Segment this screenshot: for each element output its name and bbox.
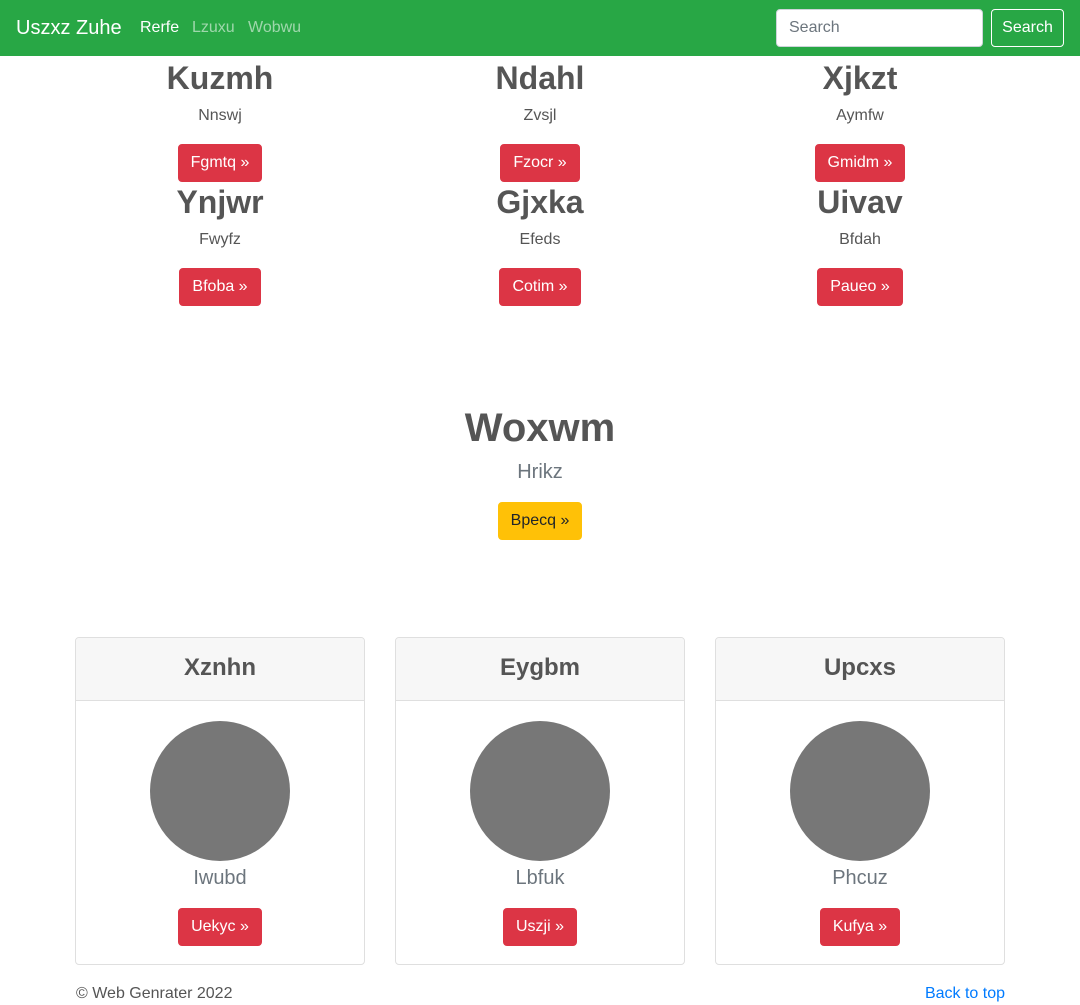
profile-card: Xznhn Iwubd Uekyc » <box>75 637 365 965</box>
feature-button[interactable]: Bfoba » <box>179 268 261 306</box>
card-title: Xznhn <box>184 654 256 681</box>
feature-button[interactable]: Paueo » <box>817 268 903 306</box>
feature-title: Uivav <box>817 184 903 220</box>
feature-button[interactable]: Fgmtq » <box>177 144 263 182</box>
card-body: Phcuz Kufya » <box>716 701 1004 946</box>
card-name: Lbfuk <box>515 867 565 889</box>
card-title: Eygbm <box>499 654 580 681</box>
card-button[interactable]: Uekyc » <box>178 908 262 946</box>
avatar <box>150 721 290 861</box>
search-input[interactable] <box>776 9 983 47</box>
back-to-top-link[interactable]: Back to top <box>925 984 1005 1004</box>
feature-title: Ynjwr <box>176 184 264 220</box>
feature-text: Bfdah <box>839 231 881 248</box>
feature-column: Ynjwr Fwyfz Bfoba » <box>60 182 380 306</box>
profile-card: Upcxs Phcuz Kufya » <box>715 637 1005 965</box>
card-body: Lbfuk Uszji » <box>396 701 684 946</box>
feature-button[interactable]: Cotim » <box>499 268 581 306</box>
feature-text: Aymfw <box>836 107 884 124</box>
feature-title: Gjxka <box>496 184 584 220</box>
hero-subtitle: Hrikz <box>517 461 563 483</box>
feature-text: Nnswj <box>198 107 242 124</box>
feature-button[interactable]: Gmidm » <box>814 144 906 182</box>
hero-title: Woxwm <box>464 406 616 450</box>
card-header: Xznhn <box>76 638 364 701</box>
avatar <box>470 721 610 861</box>
feature-button[interactable]: Fzocr » <box>500 144 580 182</box>
feature-text: Efeds <box>519 231 561 248</box>
feature-column: Xjkzt Aymfw Gmidm » <box>700 58 1020 182</box>
hero-section: Woxwm Hrikz Bpecq » <box>0 400 1080 540</box>
feature-text: Zvsjl <box>523 107 557 124</box>
brand-link[interactable]: Uszxz Zuhe <box>16 16 122 40</box>
card-button[interactable]: Uszji » <box>502 908 577 946</box>
feature-column: Uivav Bfdah Paueo » <box>700 182 1020 306</box>
nav-link-wobwu[interactable]: Wobwu <box>248 18 301 38</box>
card-name: Iwubd <box>193 867 247 889</box>
search-button[interactable]: Search <box>991 9 1064 47</box>
top-navbar: Uszxz Zuhe Rerfe Lzuxu Wobwu Search <box>0 0 1080 56</box>
feature-text: Fwyfz <box>199 231 241 248</box>
nav-link-lzuxu[interactable]: Lzuxu <box>192 18 235 38</box>
card-button[interactable]: Kufya » <box>819 908 901 946</box>
hero-button[interactable]: Bpecq » <box>497 502 583 540</box>
card-title: Upcxs <box>823 654 897 681</box>
feature-title: Kuzmh <box>166 60 274 96</box>
feature-title: Ndahl <box>495 60 585 96</box>
feature-title: Xjkzt <box>822 60 898 96</box>
card-header: Eygbm <box>396 638 684 701</box>
feature-column: Gjxka Efeds Cotim » <box>380 182 700 306</box>
nav-link-rerfe[interactable]: Rerfe <box>140 18 179 38</box>
card-name: Phcuz <box>832 867 888 889</box>
profile-card: Eygbm Lbfuk Uszji » <box>395 637 685 965</box>
avatar <box>790 721 930 861</box>
feature-column: Kuzmh Nnswj Fgmtq » <box>60 58 380 182</box>
footer-copyright: © Web Genrater 2022 <box>76 985 233 1002</box>
feature-column: Ndahl Zvsjl Fzocr » <box>380 58 700 182</box>
card-body: Iwubd Uekyc » <box>76 701 364 946</box>
card-header: Upcxs <box>716 638 1004 701</box>
